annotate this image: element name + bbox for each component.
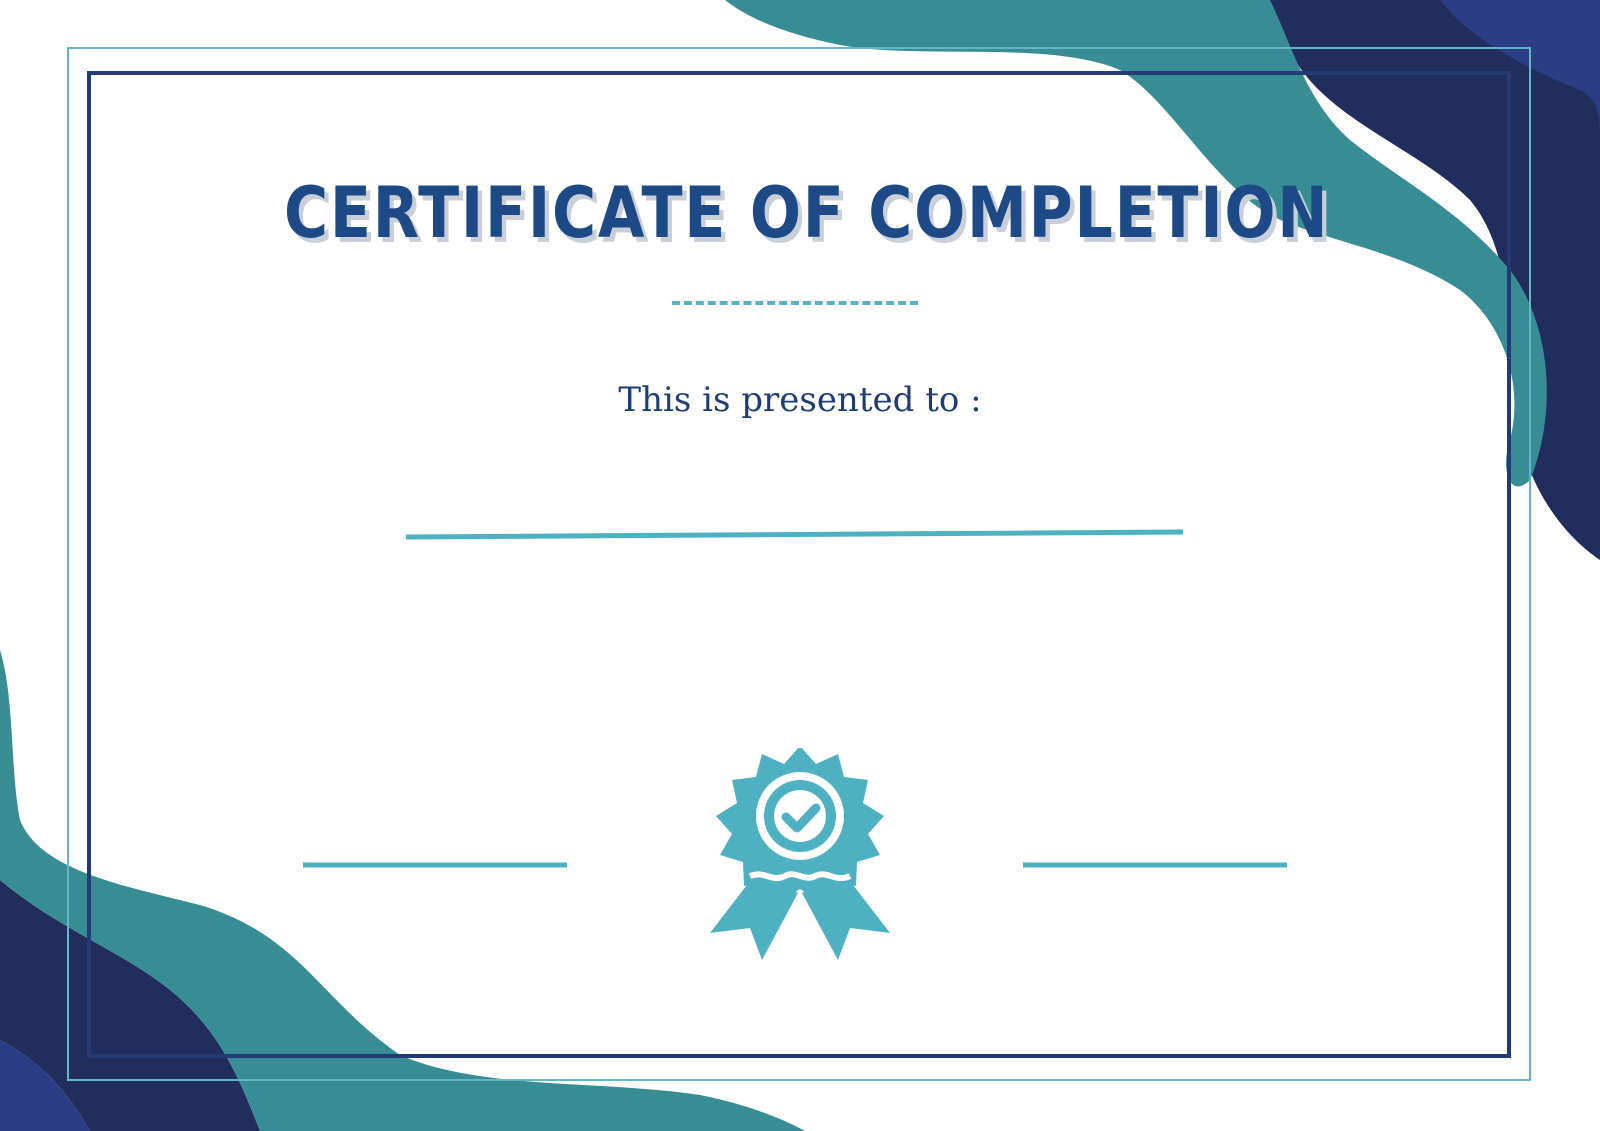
recipient-name-line	[405, 529, 1184, 540]
award-ribbon-checkmark-icon	[710, 748, 890, 960]
certificate-page: CERTIFICATE OF COMPLETION This is presen…	[0, 0, 1600, 1131]
